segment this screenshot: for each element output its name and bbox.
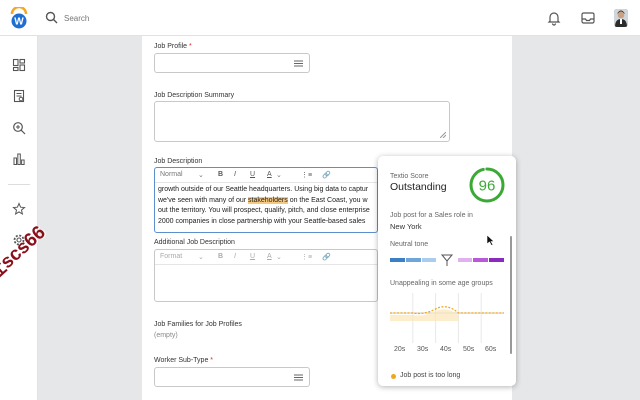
score-ring: 96 xyxy=(469,167,505,203)
italic-button[interactable]: I xyxy=(234,171,236,178)
job-profile-label: Job Profile * xyxy=(154,43,192,50)
age-label: Unappealing in some age groups xyxy=(390,280,493,287)
additional-job-description-editor[interactable]: Format ⌄ B I U A ⌄ ⋮≡ 🔗 xyxy=(154,249,378,302)
link-icon[interactable]: 🔗 xyxy=(322,253,331,261)
editor-toolbar: Normal ⌄ B I U A ⌄ ⋮≡ 🔗 xyxy=(155,168,377,183)
bold-button[interactable]: B xyxy=(218,253,223,260)
age-50s: 50s xyxy=(463,346,475,353)
job-description-summary-textarea[interactable] xyxy=(154,101,450,142)
post-description: Job post for a Sales role in xyxy=(390,212,473,219)
score-value: 96 xyxy=(479,178,496,195)
age-60s: 60s xyxy=(485,346,497,353)
bell-icon[interactable] xyxy=(546,10,562,26)
tone-segment xyxy=(473,258,488,262)
bullet-list-icon[interactable]: ⋮≡ xyxy=(301,253,312,261)
tone-label: Neutral tone xyxy=(390,241,429,248)
textio-panel: Textio Score Outstanding 96 Job post for… xyxy=(378,156,516,386)
watermark-stamp: 数创社scs66 xyxy=(0,221,50,312)
age-40s: 40s xyxy=(440,346,452,353)
star-icon[interactable] xyxy=(12,202,26,216)
age-20s: 20s xyxy=(394,346,406,353)
mouse-cursor-icon xyxy=(487,235,495,246)
job-description-text[interactable]: growth outside of our Seattle headquarte… xyxy=(158,185,370,227)
textio-rating: Outstanding xyxy=(390,181,447,193)
textio-score-label: Textio Score xyxy=(390,173,429,180)
report-icon[interactable] xyxy=(12,89,26,103)
dashboard-icon[interactable] xyxy=(12,58,26,72)
italic-button[interactable]: I xyxy=(234,253,236,260)
age-30s: 30s xyxy=(417,346,429,353)
post-location: New York xyxy=(390,222,422,231)
format-dropdown[interactable]: Format xyxy=(160,253,182,260)
tone-segment xyxy=(458,258,472,262)
bar-chart-icon[interactable] xyxy=(12,152,26,166)
warning-text[interactable]: Job post is too long xyxy=(400,372,460,379)
worker-subtype-label: Worker Sub-Type * xyxy=(154,357,214,364)
additional-job-description-label: Additional Job Description xyxy=(154,239,235,246)
job-description-label: Job Description xyxy=(154,158,203,165)
inbox-icon[interactable] xyxy=(580,10,596,26)
underline-button[interactable]: U xyxy=(250,253,255,260)
job-families-value: (empty) xyxy=(154,332,178,339)
editor-toolbar: Format ⌄ B I U A ⌄ ⋮≡ 🔗 xyxy=(155,250,377,265)
job-description-summary-label: Job Description Summary xyxy=(154,92,235,99)
nav-divider xyxy=(8,184,30,185)
search-icon[interactable] xyxy=(45,11,58,24)
search-input[interactable] xyxy=(64,11,364,25)
age-chart xyxy=(390,293,504,343)
format-dropdown[interactable]: Normal xyxy=(160,171,183,178)
tone-segment xyxy=(489,258,504,262)
tone-segment xyxy=(422,258,436,262)
bullet-list-icon[interactable]: ⋮≡ xyxy=(301,171,312,179)
top-bar: W xyxy=(0,0,640,36)
svg-text:W: W xyxy=(14,17,24,28)
worker-subtype-field[interactable] xyxy=(154,367,310,387)
chevron-down-icon[interactable]: ⌄ xyxy=(198,253,204,261)
tone-indicator-icon xyxy=(440,254,454,266)
warning-dot-icon xyxy=(391,374,396,379)
workday-logo[interactable]: W xyxy=(9,7,29,29)
job-families-label: Job Families for Job Profiles xyxy=(154,321,242,328)
job-description-editor[interactable]: Normal ⌄ B I U A ⌄ ⋮≡ 🔗 growth outside o… xyxy=(154,167,378,233)
chevron-down-icon[interactable]: ⌄ xyxy=(276,171,282,179)
zoom-search-icon[interactable] xyxy=(12,121,26,135)
avatar[interactable] xyxy=(614,9,628,27)
job-profile-field[interactable] xyxy=(154,53,310,73)
panel-scrollbar[interactable] xyxy=(510,236,512,354)
underline-button[interactable]: U xyxy=(250,171,255,178)
list-icon[interactable] xyxy=(294,60,303,67)
highlighted-word[interactable]: stakeholders xyxy=(248,196,288,204)
chevron-down-icon[interactable]: ⌄ xyxy=(198,171,204,179)
tone-segment xyxy=(390,258,405,262)
font-color-button[interactable]: A xyxy=(267,171,272,178)
tone-segment xyxy=(406,258,421,262)
font-color-button[interactable]: A xyxy=(267,253,272,260)
resize-grip-icon[interactable] xyxy=(440,132,446,138)
bold-button[interactable]: B xyxy=(218,171,223,178)
chevron-down-icon[interactable]: ⌄ xyxy=(276,253,282,261)
link-icon[interactable]: 🔗 xyxy=(322,171,331,179)
list-icon[interactable] xyxy=(294,374,303,381)
